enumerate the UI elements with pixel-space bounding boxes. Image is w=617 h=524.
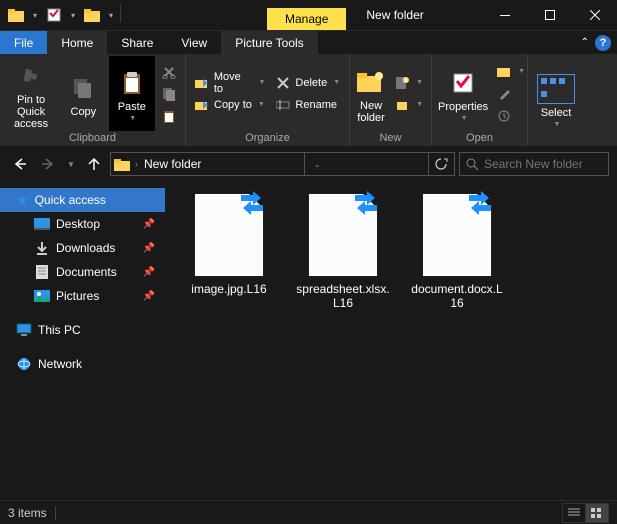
- nav-back-button[interactable]: [8, 152, 32, 176]
- delete-button[interactable]: Delete▼: [271, 72, 345, 94]
- network-icon: [16, 356, 32, 372]
- view-details-button[interactable]: [562, 503, 586, 523]
- status-item-count: 3 items: [8, 506, 47, 520]
- group-open-label: Open: [436, 131, 523, 146]
- file-item[interactable]: spreadsheet.xlsx.L16: [295, 194, 391, 310]
- sync-overlay-icon: [235, 191, 269, 217]
- downloads-icon: [34, 240, 50, 256]
- navigation-pane: ★ Quick access Desktop📌 Downloads📌 Docum…: [0, 182, 165, 500]
- paste-button[interactable]: Paste ▼: [109, 56, 155, 131]
- nav-documents[interactable]: Documents📌: [0, 260, 165, 284]
- close-button[interactable]: [572, 0, 617, 30]
- group-organize-label: Organize: [190, 131, 345, 146]
- menubar: File Home Share View Picture Tools ⌃ ?: [0, 30, 617, 54]
- menu-picture-tools[interactable]: Picture Tools: [221, 31, 317, 54]
- this-pc-icon: [16, 322, 32, 338]
- context-tab-manage[interactable]: Manage: [267, 8, 346, 30]
- nav-desktop[interactable]: Desktop📌: [0, 212, 165, 236]
- pictures-icon: [34, 288, 50, 304]
- star-icon: ★: [16, 192, 29, 209]
- documents-icon: [34, 264, 50, 280]
- file-item[interactable]: document.docx.L16: [409, 194, 505, 310]
- qat-dropdown-2[interactable]: ▾: [66, 4, 80, 26]
- qat-newfolder-icon[interactable]: [80, 4, 104, 26]
- help-icon[interactable]: ?: [595, 35, 611, 51]
- copy-to-button[interactable]: Copy to▼: [190, 94, 269, 116]
- minimize-button[interactable]: [482, 0, 527, 30]
- file-icon: [423, 194, 491, 276]
- view-large-icons-button[interactable]: [585, 503, 609, 523]
- qat-customize[interactable]: ▾: [104, 4, 118, 26]
- menu-view[interactable]: View: [167, 31, 221, 54]
- search-icon: [460, 158, 484, 171]
- nav-recent-dropdown[interactable]: ▼: [64, 152, 78, 176]
- address-dropdown-icon[interactable]: ⌄: [308, 160, 327, 169]
- group-new-label: New: [354, 131, 427, 146]
- ribbon: Pin to Quick access Copy Paste ▼ Clipbo: [0, 54, 617, 146]
- nav-network[interactable]: Network: [0, 352, 165, 376]
- file-icon: [195, 194, 263, 276]
- group-clipboard-label: Clipboard: [4, 131, 181, 146]
- pin-icon: 📌: [143, 267, 155, 278]
- nav-quick-access[interactable]: ★ Quick access: [0, 188, 165, 212]
- sync-overlay-icon: [463, 191, 497, 217]
- file-list[interactable]: image.jpg.L16 spreadsheet.xlsx.L16 docum…: [165, 182, 617, 500]
- ribbon-collapse-icon[interactable]: ⌃: [581, 37, 589, 48]
- open-button[interactable]: ▼: [492, 61, 529, 83]
- select-icon: [537, 74, 575, 104]
- cut-button[interactable]: [157, 61, 181, 83]
- status-bar: 3 items: [0, 500, 617, 524]
- nav-this-pc[interactable]: This PC: [0, 318, 165, 342]
- new-folder-button[interactable]: New folder: [354, 56, 388, 131]
- copy-path-button[interactable]: [157, 83, 181, 105]
- paste-shortcut-button[interactable]: [157, 105, 181, 127]
- address-bar: ▼ › New folder ⌄ Search New folder: [0, 146, 617, 182]
- copy-button[interactable]: Copy: [60, 56, 106, 131]
- menu-home[interactable]: Home: [47, 31, 107, 54]
- nav-forward-button[interactable]: [36, 152, 60, 176]
- pin-icon: 📌: [143, 219, 155, 230]
- history-button[interactable]: [492, 105, 529, 127]
- search-input[interactable]: Search New folder: [459, 152, 609, 176]
- qat-dropdown-1[interactable]: ▾: [28, 4, 42, 26]
- qat-properties-icon[interactable]: [42, 4, 66, 26]
- pin-icon: 📌: [143, 243, 155, 254]
- rename-button[interactable]: Rename: [271, 94, 345, 116]
- window-title: New folder: [346, 8, 443, 22]
- file-icon: [309, 194, 377, 276]
- menu-share[interactable]: Share: [107, 31, 167, 54]
- easy-access-button[interactable]: ▼: [390, 94, 427, 116]
- properties-button[interactable]: Properties ▼: [436, 56, 490, 131]
- edit-button[interactable]: [492, 83, 529, 105]
- maximize-button[interactable]: [527, 0, 572, 30]
- address-input[interactable]: › New folder ⌄: [110, 152, 455, 176]
- file-item[interactable]: image.jpg.L16: [181, 194, 277, 296]
- breadcrumb-item[interactable]: New folder: [140, 157, 205, 171]
- move-to-button[interactable]: Move to▼: [190, 72, 269, 94]
- pin-to-quick-access-button[interactable]: Pin to Quick access: [4, 56, 58, 131]
- nav-downloads[interactable]: Downloads📌: [0, 236, 165, 260]
- pin-icon: 📌: [143, 291, 155, 302]
- nav-pictures[interactable]: Pictures📌: [0, 284, 165, 308]
- select-button[interactable]: Select ▼: [532, 56, 580, 143]
- sync-overlay-icon: [349, 191, 383, 217]
- app-icon: [4, 4, 28, 26]
- nav-up-button[interactable]: [82, 152, 106, 176]
- desktop-icon: [34, 216, 50, 232]
- folder-icon: [111, 158, 133, 171]
- menu-file[interactable]: File: [0, 31, 47, 54]
- new-item-button[interactable]: ▼: [390, 72, 427, 94]
- titlebar: ▾ ▾ ▾ Manage New folder: [0, 0, 617, 30]
- refresh-button[interactable]: [428, 153, 454, 175]
